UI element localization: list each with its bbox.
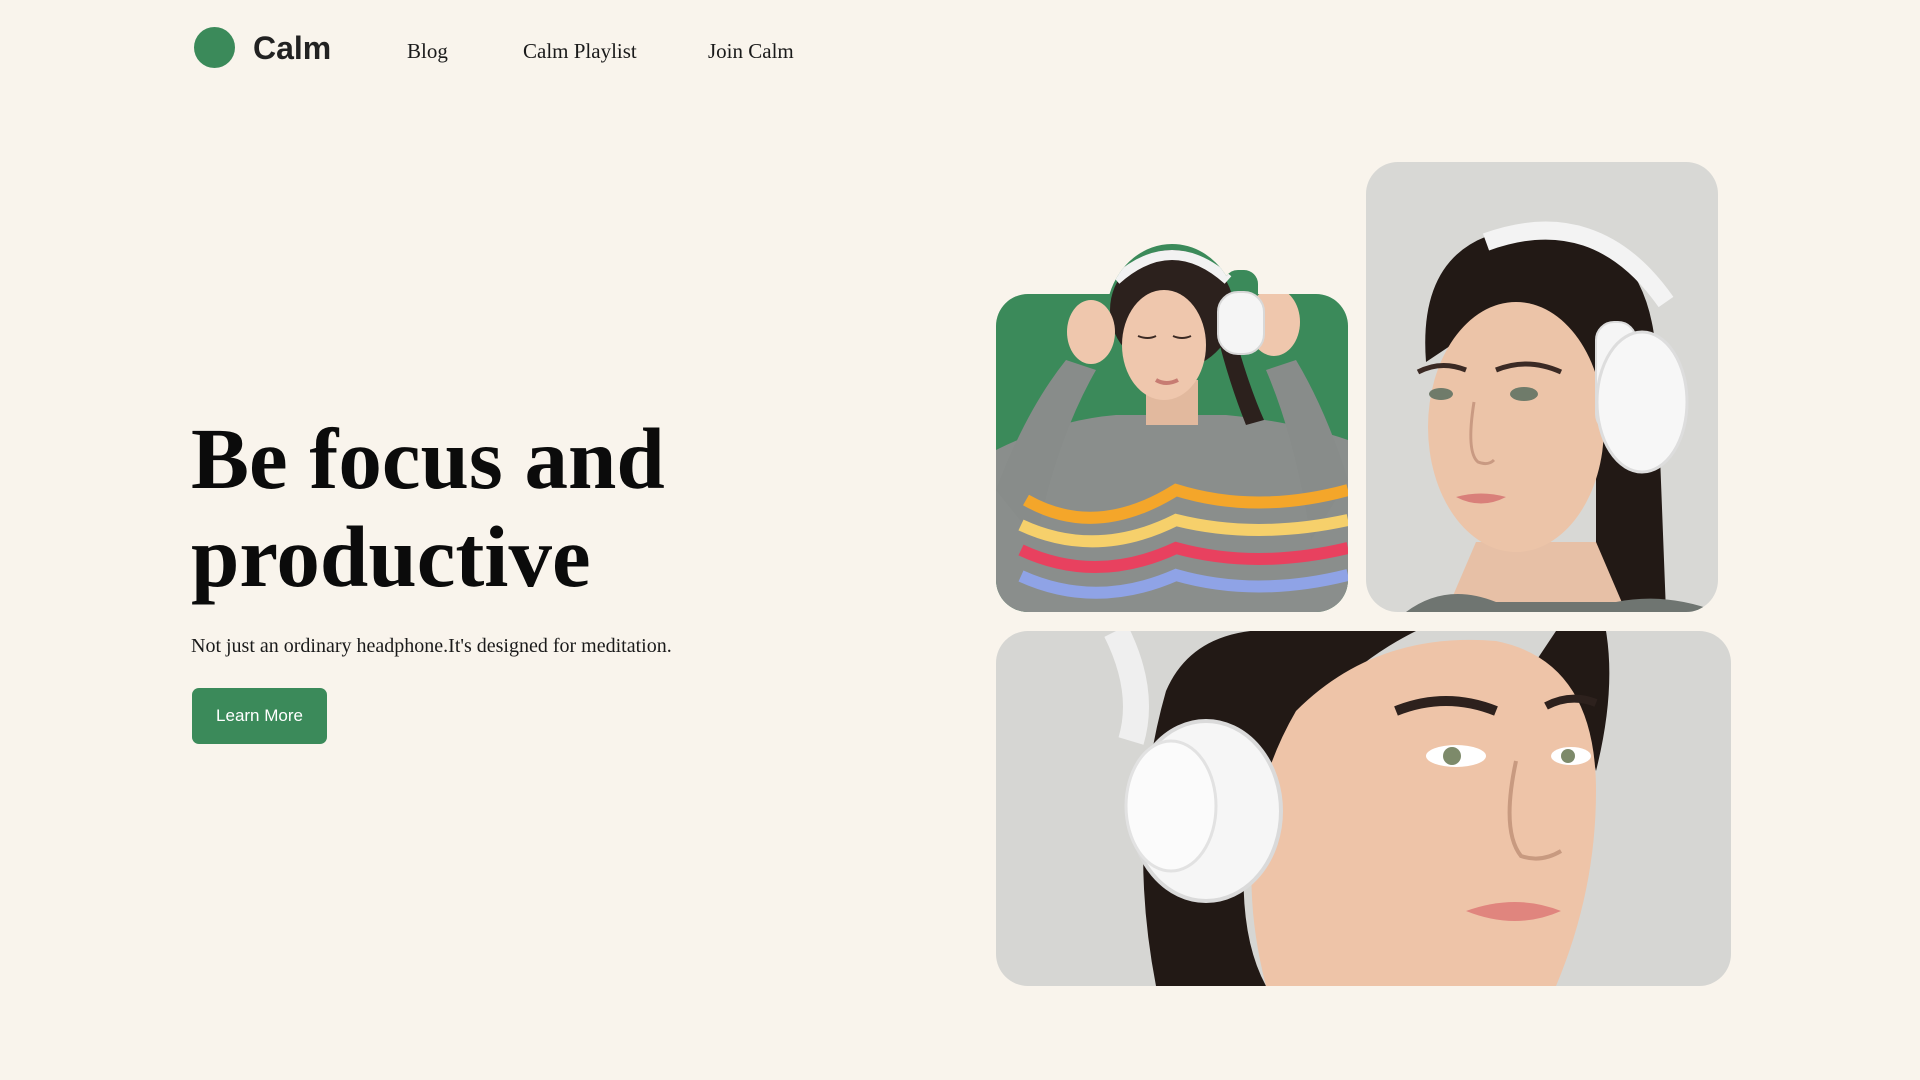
woman-headphones-illustration: [996, 244, 1348, 612]
photo-woman-profile: [1366, 162, 1718, 612]
brand-name[interactable]: Calm: [253, 28, 331, 68]
hero-title-line-1: Be focus and: [191, 410, 665, 507]
learn-more-button[interactable]: Learn More: [192, 688, 327, 744]
hero-title: Be focus and productive: [191, 410, 751, 606]
photo-woman-green-background: [996, 240, 1348, 612]
woman-closeup-illustration: [996, 631, 1731, 986]
hero-title-line-2: productive: [191, 508, 591, 605]
nav-link-blog[interactable]: Blog: [407, 38, 448, 64]
nav-link-calm-playlist[interactable]: Calm Playlist: [523, 38, 637, 64]
hero-subtitle: Not just an ordinary headphone.It's desi…: [191, 635, 672, 657]
nav-link-join-calm[interactable]: Join Calm: [708, 38, 794, 64]
woman-profile-illustration: [1366, 162, 1718, 612]
photo-woman-closeup: [996, 631, 1731, 986]
logo-dot-icon[interactable]: [194, 27, 235, 68]
